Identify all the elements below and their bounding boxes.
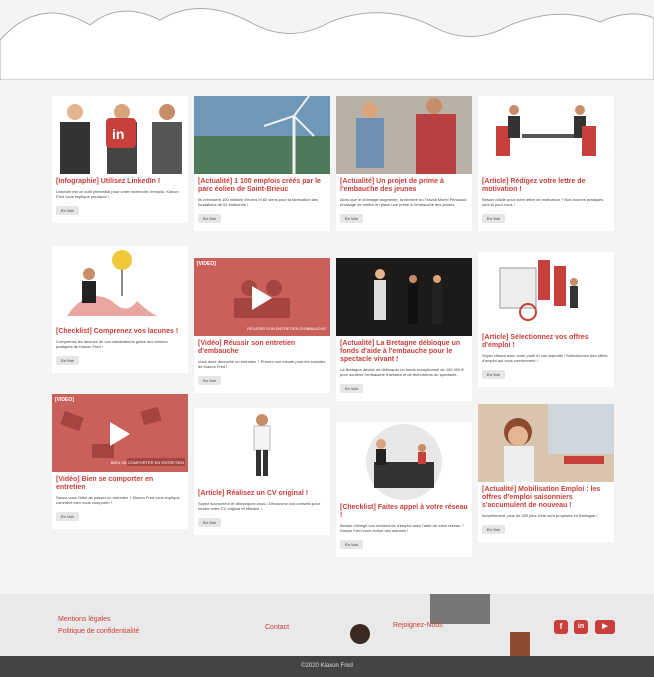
video-tag: [VIDEO] (197, 261, 216, 267)
card-description: La Bretagne décide de débloquer un fonds… (340, 367, 464, 377)
card-description: Vous avez décroché un entretien ? Prenez… (198, 359, 326, 369)
card-title[interactable]: [Article] Sélectionnez vos offres d'empl… (478, 330, 614, 350)
card-description: Alors que le chômage augmente, la minist… (340, 197, 467, 207)
card-title[interactable]: [Article] Rédigez votre lettre de motiva… (478, 174, 614, 194)
join-us-link[interactable]: Rejoignez-Nous (393, 622, 443, 629)
card-description: Besoin d'aide pour votre lettre de motiv… (482, 197, 604, 207)
privacy-policy-link[interactable]: Politique de confidentialité (58, 628, 139, 635)
article-grid: in [Infographie] Utilisez LinkedIn ! Lin… (52, 96, 614, 576)
card-image: [VIDEO] BIEN SE COMPORTER EN ENTRETIEN (52, 394, 188, 472)
read-more-button[interactable]: En Voir (198, 518, 221, 527)
copyright-text: ©2020 Klaxon Fred (301, 663, 353, 669)
card-title[interactable]: [Vidéo] Réussir son entretien d'embauche (194, 336, 330, 356)
video-caption: BIEN SE COMPORTER EN ENTRETIEN (110, 460, 184, 465)
read-more-button[interactable]: En Voir (340, 384, 363, 393)
card-title[interactable]: [Actualité] Un projet de prime à l'embau… (336, 174, 472, 194)
card-title[interactable]: [Actualité] La Bretagne débloque un fond… (336, 336, 472, 364)
article-card[interactable]: [Actualité] Un projet de prime à l'embau… (336, 96, 472, 231)
card-title[interactable]: [Infographie] Utilisez LinkedIn ! (52, 174, 188, 186)
card-description: Savez-vous l'idée de passer un entretien… (56, 495, 180, 505)
video-tag: [VIDEO] (55, 397, 74, 403)
article-card[interactable]: in [Infographie] Utilisez LinkedIn ! Lin… (52, 96, 188, 223)
legal-notice-link[interactable]: Mentions légales (58, 616, 111, 623)
copyright-bar: ©2020 Klaxon Fred (0, 656, 654, 677)
footer: Mentions légales Politique de confidenti… (0, 594, 654, 656)
linkedin-icon[interactable]: in (574, 620, 588, 634)
contact-link[interactable]: Contact (265, 624, 289, 631)
card-description: LinkedIn est un outil primordial pour vo… (56, 189, 179, 199)
read-more-button[interactable]: En Voir (198, 214, 221, 223)
read-more-button[interactable]: En Voir (482, 525, 505, 534)
read-more-button[interactable]: En Voir (198, 376, 221, 385)
card-title[interactable]: [Checklist] Comprenez vos lacunes ! (52, 324, 188, 336)
card-image (194, 408, 330, 486)
card-image (336, 422, 472, 500)
page: in [Infographie] Utilisez LinkedIn ! Lin… (0, 0, 654, 677)
article-card[interactable]: [Checklist] Faites appel à votre réseau … (336, 422, 472, 557)
article-card[interactable]: [Actualité] Mobilisation Emploi : les of… (478, 404, 614, 542)
read-more-button[interactable]: En Voir (482, 214, 505, 223)
read-more-button[interactable]: En Voir (56, 512, 79, 521)
card-description: Actuellement, plus de 300 jobs d'été son… (482, 513, 598, 518)
card-image (336, 96, 472, 174)
card-title[interactable]: [Actualité] Mobilisation Emploi : les of… (478, 482, 614, 510)
facebook-icon[interactable]: f (554, 620, 568, 634)
youtube-icon[interactable]: ▶ (595, 620, 615, 634)
card-image (478, 252, 614, 330)
article-card[interactable]: [VIDEO] RÉUSSIR SON ENTRETIEN D'EMBAUCHE… (194, 258, 330, 393)
read-more-button[interactable]: En Voir (56, 356, 79, 365)
card-title[interactable]: [Checklist] Faites appel à votre réseau … (336, 500, 472, 520)
card-description: Soyez ciblant avec votre profil et vos o… (482, 353, 608, 363)
card-title[interactable]: [Article] Réalisez un CV original ! (194, 486, 330, 498)
read-more-button[interactable]: En Voir (56, 206, 79, 215)
svg-text:in: in (112, 126, 124, 142)
card-image: in (52, 96, 188, 174)
card-title[interactable]: [Actualité] 1 100 emplois créés par le p… (194, 174, 330, 194)
card-description: Soyez accrocheur et démarquez-vous ! Déc… (198, 501, 321, 511)
card-image: [VIDEO] RÉUSSIR SON ENTRETIEN D'EMBAUCHE (194, 258, 330, 336)
read-more-button[interactable]: En Voir (340, 214, 363, 223)
card-image (194, 96, 330, 174)
cloud-header (0, 8, 654, 80)
card-image (52, 246, 188, 324)
read-more-button[interactable]: En Voir (482, 370, 505, 379)
card-image (478, 404, 614, 482)
card-description: Besoin d'élargir vos recherches d'emploi… (340, 523, 464, 533)
article-card[interactable]: [Actualité] La Bretagne débloque un fond… (336, 258, 472, 401)
video-caption: RÉUSSIR SON ENTRETIEN D'EMBAUCHE (247, 326, 326, 331)
read-more-button[interactable]: En Voir (340, 540, 363, 549)
card-description: Comprenez les lacunes de vos candidature… (56, 339, 168, 349)
article-card[interactable]: [VIDEO] BIEN SE COMPORTER EN ENTRETIEN [… (52, 394, 188, 529)
card-image (478, 96, 614, 174)
article-card[interactable]: [Checklist] Comprenez vos lacunes ! Comp… (52, 246, 188, 373)
card-description: Ils créeraient 100 millions d'euros et 8… (198, 197, 319, 207)
card-title[interactable]: [Vidéo] Bien se comporter en entretien (52, 472, 188, 492)
article-card[interactable]: [Article] Réalisez un CV original ! Soye… (194, 408, 330, 535)
article-card[interactable]: [Article] Sélectionnez vos offres d'empl… (478, 252, 614, 387)
article-card[interactable]: [Actualité] 1 100 emplois créés par le p… (194, 96, 330, 231)
card-image (336, 258, 472, 336)
article-card[interactable]: [Article] Rédigez votre lettre de motiva… (478, 96, 614, 231)
